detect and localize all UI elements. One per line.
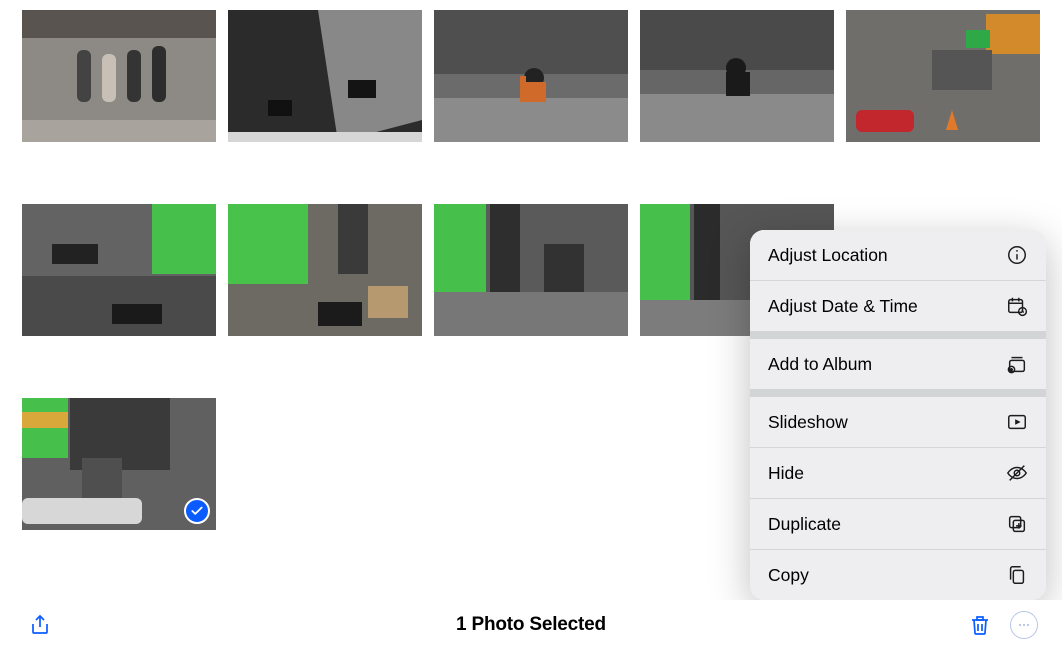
share-icon [28, 613, 52, 637]
trash-icon [968, 613, 992, 637]
menu-label: Adjust Location [768, 245, 888, 266]
menu-add-to-album[interactable]: Add to Album [750, 339, 1046, 389]
menu-slideshow[interactable]: Slideshow [750, 397, 1046, 447]
delete-button[interactable] [964, 609, 996, 641]
menu-label: Copy [768, 565, 809, 586]
photo-thumbnail[interactable] [228, 204, 422, 336]
copy-icon [1006, 564, 1028, 586]
actions-popover: Adjust Location Adjust Date & Time Add t… [750, 230, 1046, 600]
photo-placeholder [22, 10, 216, 142]
info-icon [1006, 244, 1028, 266]
photo-thumbnail[interactable] [640, 10, 834, 142]
photo-thumbnail-selected[interactable] [22, 398, 216, 530]
menu-separator [750, 389, 1046, 397]
ellipsis-icon [1016, 617, 1032, 633]
photo-placeholder [846, 10, 1040, 142]
photo-placeholder [228, 10, 422, 142]
duplicate-icon [1006, 513, 1028, 535]
photo-placeholder [228, 204, 422, 336]
photo-placeholder [22, 204, 216, 336]
album-add-icon [1006, 353, 1028, 375]
eye-slash-icon [1006, 462, 1028, 484]
menu-label: Hide [768, 463, 804, 484]
bottom-toolbar: 1 Photo Selected [0, 600, 1062, 650]
photo-thumbnail[interactable] [434, 10, 628, 142]
photo-placeholder [434, 10, 628, 142]
photo-thumbnail[interactable] [22, 10, 216, 142]
menu-separator [750, 331, 1046, 339]
calendar-clock-icon [1006, 295, 1028, 317]
menu-label: Duplicate [768, 514, 841, 535]
more-button[interactable] [1010, 611, 1038, 639]
photo-placeholder [434, 204, 628, 336]
photo-thumbnail[interactable] [846, 10, 1040, 142]
photo-thumbnail[interactable] [228, 10, 422, 142]
menu-adjust-location[interactable]: Adjust Location [750, 230, 1046, 280]
share-button[interactable] [24, 609, 56, 641]
selection-status-text: 1 Photo Selected [456, 614, 606, 636]
photo-placeholder [640, 10, 834, 142]
menu-hide[interactable]: Hide [750, 447, 1046, 498]
menu-label: Adjust Date & Time [768, 296, 918, 317]
app-root: Adjust Location Adjust Date & Time Add t… [0, 0, 1062, 650]
photo-thumbnail[interactable] [22, 204, 216, 336]
selection-check-icon [184, 498, 210, 524]
toolbar-right [964, 609, 1038, 641]
menu-label: Slideshow [768, 412, 848, 433]
photo-thumbnail[interactable] [434, 204, 628, 336]
play-rect-icon [1006, 411, 1028, 433]
menu-duplicate[interactable]: Duplicate [750, 498, 1046, 549]
menu-adjust-datetime[interactable]: Adjust Date & Time [750, 280, 1046, 331]
menu-copy[interactable]: Copy [750, 549, 1046, 600]
menu-label: Add to Album [768, 354, 872, 375]
